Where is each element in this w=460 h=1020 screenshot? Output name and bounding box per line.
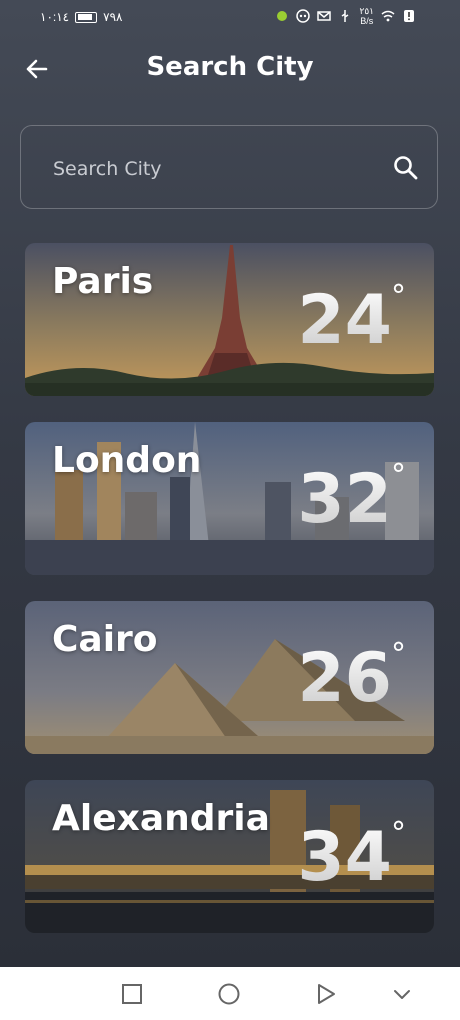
- battery-level: ٧٩٨: [103, 10, 123, 24]
- home-circle-icon[interactable]: [216, 981, 242, 1007]
- search-input[interactable]: [51, 152, 375, 186]
- alert-icon: [404, 10, 414, 22]
- city-name: Alexandria: [52, 798, 270, 839]
- search-box[interactable]: [20, 125, 438, 209]
- app-icon: [296, 9, 311, 23]
- mail-icon: [317, 11, 332, 21]
- city-temperature: 26: [297, 639, 392, 718]
- city-temperature: 24: [297, 281, 392, 360]
- city-card-alexandria[interactable]: Alexandria 34 °: [25, 780, 434, 933]
- city-card-cairo[interactable]: Cairo 26 °: [25, 601, 434, 754]
- status-left: ١٠:١٤ ٧٩٨: [40, 10, 122, 24]
- net-speed: ٢٥١ B/s: [359, 6, 374, 26]
- degree-symbol: °: [391, 637, 406, 672]
- navigation-bar: [0, 967, 460, 1020]
- net-speed-value: ٢٥١: [359, 6, 374, 16]
- battery-icon: [75, 11, 98, 23]
- city-temperature: 32: [297, 460, 392, 539]
- back-triangle-icon[interactable]: [313, 981, 339, 1007]
- page-title: Search City: [146, 52, 314, 82]
- city-card-paris[interactable]: Paris 24 °: [25, 243, 434, 396]
- city-name: London: [52, 440, 202, 481]
- city-name: Paris: [52, 261, 154, 302]
- status-bar: ١٠:١٤ ٧٩٨ ٢٥١ B/s: [0, 0, 460, 36]
- usb-icon: [342, 10, 349, 22]
- city-temperature: 34: [297, 818, 392, 897]
- status-right: ٢٥١ B/s: [275, 6, 416, 26]
- degree-symbol: °: [391, 279, 406, 314]
- notification-icon: [277, 11, 288, 21]
- header: Search City: [0, 48, 460, 92]
- city-name: Cairo: [52, 619, 158, 660]
- recents-square-icon[interactable]: [119, 981, 145, 1007]
- net-speed-unit: B/s: [360, 16, 374, 26]
- chevron-down-icon[interactable]: [389, 981, 415, 1007]
- degree-symbol: °: [391, 458, 406, 493]
- wifi-icon: [381, 10, 395, 22]
- search-icon[interactable]: [391, 153, 421, 183]
- city-card-london[interactable]: London 32 °: [25, 422, 434, 575]
- status-time: ١٠:١٤: [40, 10, 70, 24]
- degree-symbol: °: [391, 816, 406, 851]
